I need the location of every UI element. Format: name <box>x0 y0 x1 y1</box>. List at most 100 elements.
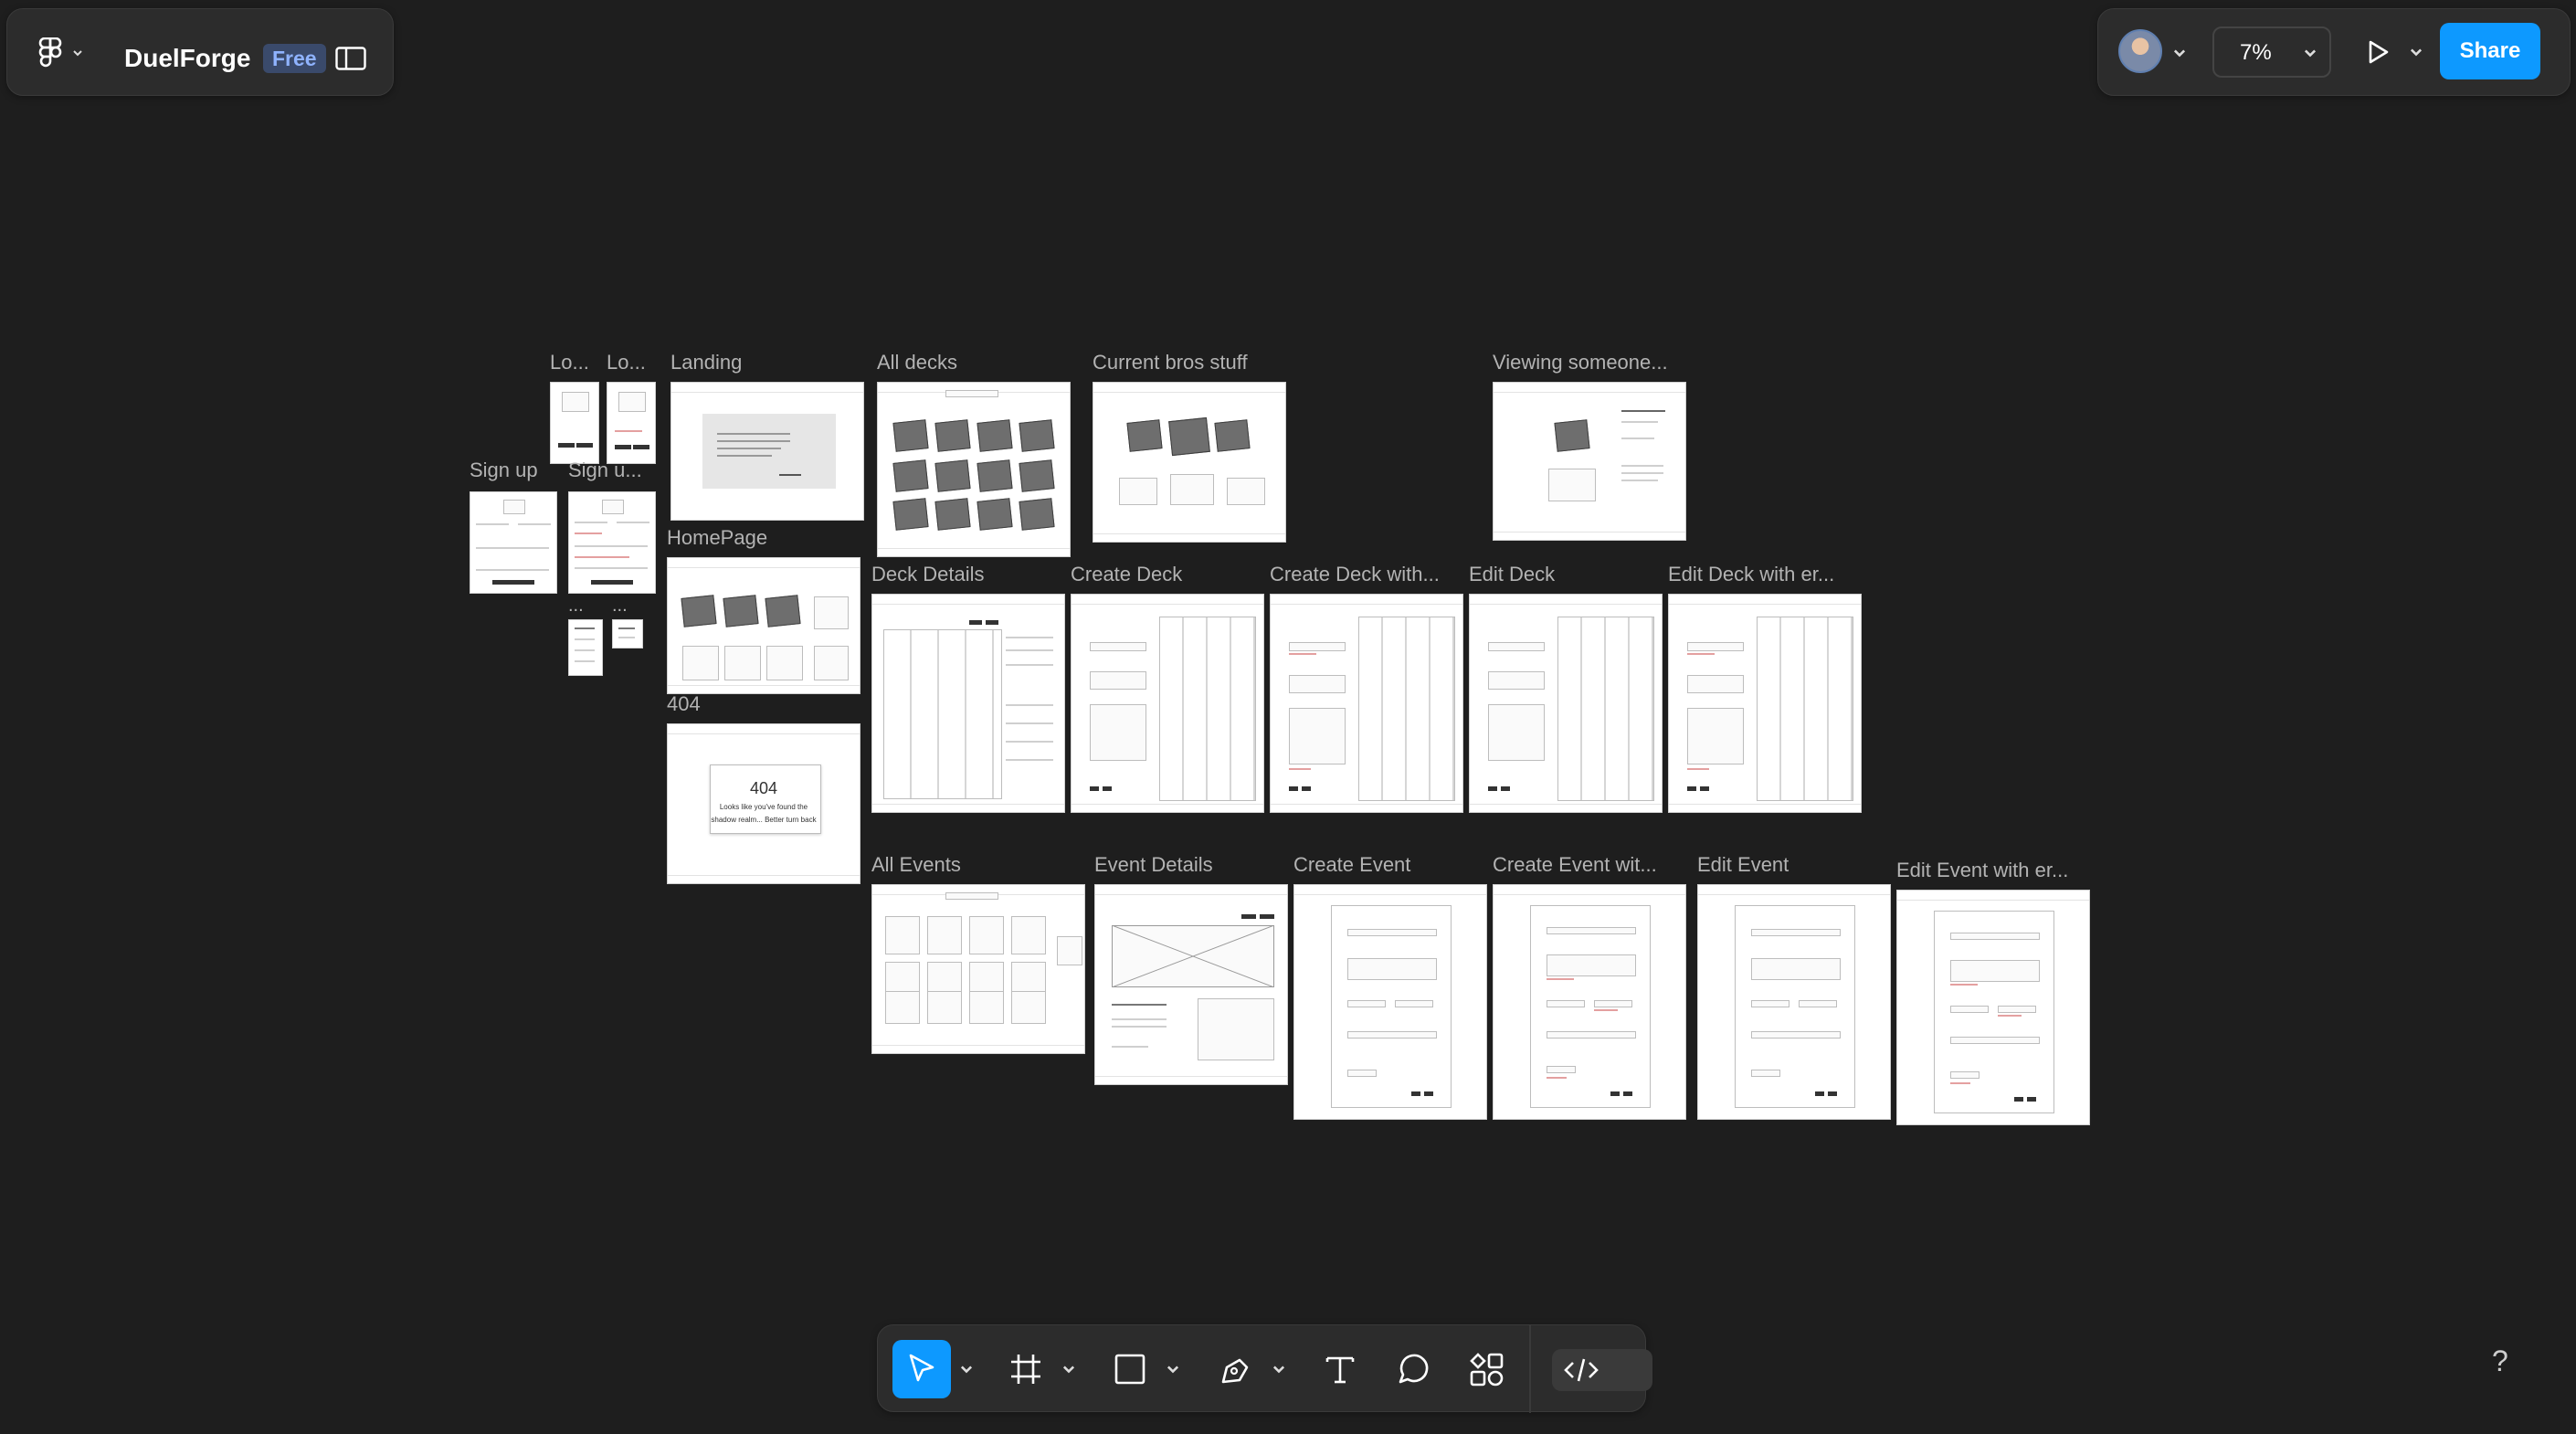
help-button[interactable]: ? <box>2492 1344 2508 1378</box>
form-box <box>562 392 589 412</box>
cards-list <box>1090 704 1146 761</box>
frame-label-edit-event-with-er[interactable]: Edit Event with er... <box>1896 859 2068 882</box>
frame-edit-deck-with-errors[interactable] <box>1668 594 1862 813</box>
frame-sign-up[interactable] <box>470 491 557 594</box>
sidebar-icon <box>335 47 366 70</box>
price-input <box>1347 1070 1377 1077</box>
date-input <box>1547 1000 1585 1007</box>
event-box <box>1548 469 1596 501</box>
frame-label-homepage[interactable]: HomePage <box>667 526 767 550</box>
frame-edit-event[interactable] <box>1697 884 1891 1120</box>
error-line <box>615 430 642 432</box>
move-tool-button[interactable] <box>892 1340 951 1398</box>
input-line <box>476 523 509 525</box>
frame-viewing-someone[interactable] <box>1493 382 1686 541</box>
frame-label-all-decks[interactable]: All decks <box>877 351 957 374</box>
frame-label-sign-up[interactable]: Sign up <box>470 459 538 482</box>
deck-description-input <box>1289 675 1346 693</box>
chevron-down-icon[interactable] <box>1271 1361 1287 1377</box>
chevron-down-icon[interactable] <box>958 1361 975 1377</box>
deck-description-input <box>1090 671 1146 690</box>
actions-button[interactable] <box>1466 1349 1506 1389</box>
button-shape <box>1700 786 1709 791</box>
frame-landing[interactable] <box>670 382 864 521</box>
frame-label-sign-up-2[interactable]: Sign u... <box>568 459 642 482</box>
chevron-down-icon[interactable] <box>1061 1361 1077 1377</box>
deck-description-input <box>1488 671 1545 690</box>
frame-event-details[interactable] <box>1094 884 1288 1085</box>
frame-404[interactable]: 404 Looks like you've found the shadow r… <box>667 723 860 884</box>
frame-label-dots-2[interactable]: ... <box>612 596 628 617</box>
play-icon <box>2369 40 2389 64</box>
share-button[interactable]: Share <box>2440 23 2540 79</box>
comment-tool-button[interactable] <box>1393 1349 1433 1389</box>
avatar <box>2118 29 2162 73</box>
toggle-sidebar-button[interactable] <box>333 40 369 77</box>
button-shape <box>1411 1091 1420 1096</box>
frame-menu-1[interactable] <box>568 619 603 676</box>
shape-tool-button[interactable] <box>1112 1351 1148 1387</box>
price-input <box>1751 1070 1780 1077</box>
frame-label-deck-details[interactable]: Deck Details <box>871 563 984 586</box>
image-placeholder-icon <box>1112 925 1274 987</box>
frame-sign-up-errors[interactable] <box>568 491 656 594</box>
frame-label-create-event[interactable]: Create Event <box>1293 853 1410 877</box>
frame-homepage[interactable] <box>667 557 860 694</box>
frame-all-events[interactable] <box>871 884 1085 1054</box>
frame-all-decks[interactable] <box>877 382 1071 557</box>
chevron-down-icon[interactable] <box>1165 1361 1181 1377</box>
location-input <box>1751 1031 1841 1039</box>
deck-name-input <box>1488 642 1545 651</box>
button-shape <box>1241 914 1256 919</box>
frame-create-deck-with-errors[interactable] <box>1270 594 1463 813</box>
frame-label-lo1[interactable]: Lo... <box>550 351 589 374</box>
frame-label-create-deck[interactable]: Create Deck <box>1071 563 1182 586</box>
pen-tool-button[interactable] <box>1216 1349 1256 1389</box>
frame-label-edit-event[interactable]: Edit Event <box>1697 853 1789 877</box>
frame-deck-details[interactable] <box>871 594 1065 813</box>
deck-name-input <box>1687 642 1744 651</box>
frame-label-current-bros[interactable]: Current bros stuff <box>1093 351 1248 374</box>
menu-item-line <box>618 627 635 629</box>
bottom-toolbar <box>877 1324 1652 1413</box>
frame-label-all-events[interactable]: All Events <box>871 853 961 877</box>
frame-label-edit-deck[interactable]: Edit Deck <box>1469 563 1555 586</box>
dev-mode-toggle[interactable] <box>1552 1349 1652 1391</box>
frame-label-404[interactable]: 404 <box>667 692 701 716</box>
frame-create-event-with-errors[interactable] <box>1493 884 1686 1120</box>
frame-edit-deck[interactable] <box>1469 594 1663 813</box>
text-line <box>1112 1026 1167 1028</box>
text-tool-button[interactable] <box>1320 1349 1360 1389</box>
frame-create-event[interactable] <box>1293 884 1487 1120</box>
frame-label-edit-deck-with-er[interactable]: Edit Deck with er... <box>1668 563 1834 586</box>
frame-edit-event-with-errors[interactable] <box>1896 890 2090 1125</box>
frame-label-landing[interactable]: Landing <box>670 351 742 374</box>
frame-label-create-deck-with[interactable]: Create Deck with... <box>1270 563 1440 586</box>
frame-create-deck[interactable] <box>1071 594 1264 813</box>
error-line <box>575 556 629 558</box>
zoom-dropdown[interactable]: 7% <box>2212 26 2331 78</box>
frame-label-lo2[interactable]: Lo... <box>607 351 646 374</box>
frame-label-dots-1[interactable]: ... <box>568 596 584 617</box>
frame-login-2[interactable] <box>607 382 656 464</box>
deck-card <box>765 595 801 627</box>
frame-label-viewing-someone[interactable]: Viewing someone... <box>1493 351 1668 374</box>
frame-current-bros-stuff[interactable] <box>1093 382 1286 543</box>
date-input <box>1751 1000 1789 1007</box>
deck-card <box>934 419 971 452</box>
frame-label-event-details[interactable]: Event Details <box>1094 853 1213 877</box>
present-button[interactable] <box>2357 29 2430 75</box>
event-card <box>969 991 1004 1024</box>
figma-main-menu-button[interactable] <box>29 31 93 75</box>
user-avatar-button[interactable] <box>2118 29 2195 75</box>
frame-login-1[interactable] <box>550 382 599 464</box>
frame-footer <box>872 804 1064 812</box>
frame-tool-button[interactable] <box>1006 1349 1046 1389</box>
plan-badge[interactable]: Free <box>263 44 326 73</box>
title-input <box>1751 929 1841 936</box>
figma-logo-icon <box>38 37 62 68</box>
file-name[interactable]: DuelForge <box>124 44 250 73</box>
frame-menu-2[interactable] <box>612 619 643 648</box>
button-shape <box>1289 786 1298 791</box>
frame-label-create-event-wit[interactable]: Create Event wit... <box>1493 853 1657 877</box>
